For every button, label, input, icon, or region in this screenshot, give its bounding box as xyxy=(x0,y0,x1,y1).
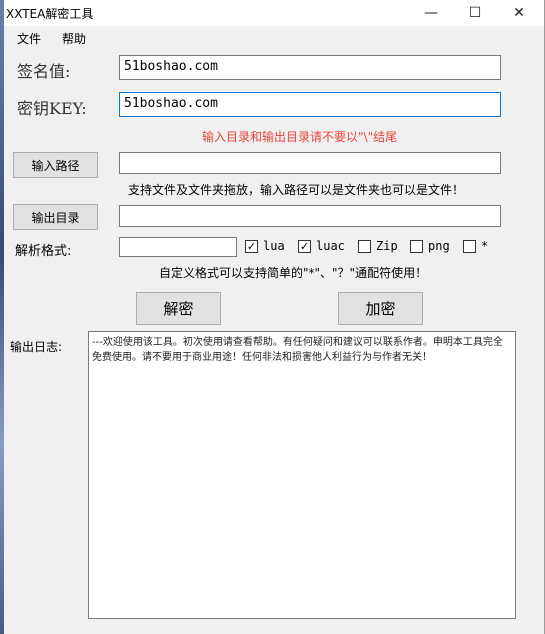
minimize-button[interactable]: — xyxy=(408,0,454,26)
key-label: 密钥KEY: xyxy=(17,99,87,118)
path-warning-text: 输入目录和输出目录请不要以"\"结尾 xyxy=(202,130,398,144)
drag-drop-hint: 支持文件及文件夹拖放，输入路径可以是文件夹也可以是文件！ xyxy=(128,183,465,197)
title-bar[interactable]: XXTEA解密工具 — ☐ ✕ xyxy=(4,0,544,26)
checkbox-lua-label: lua xyxy=(263,239,285,253)
checkbox-any-label: * xyxy=(481,239,489,253)
wildcard-hint: 自定义格式可以支持简单的"*"、"？"通配符使用！ xyxy=(159,266,428,280)
format-label: 解析格式: xyxy=(15,244,72,259)
checkbox-luac-label: luac xyxy=(316,239,345,253)
decrypt-button[interactable]: 解密 xyxy=(136,292,221,325)
encrypt-button[interactable]: 加密 xyxy=(338,292,423,325)
checkbox-lua[interactable]: ✓ xyxy=(245,240,258,253)
output-dir-button[interactable]: 输出目录 xyxy=(13,204,98,230)
menu-bar: 文件 帮助 xyxy=(4,26,544,49)
key-input[interactable]: 51boshao.com xyxy=(119,92,501,117)
window-title: XXTEA解密工具 xyxy=(6,7,94,21)
checkbox-zip-label: Zip xyxy=(376,239,398,253)
close-button[interactable]: ✕ xyxy=(496,0,542,26)
close-icon: ✕ xyxy=(513,5,525,21)
checkbox-png-label: png xyxy=(428,239,450,253)
checkbox-luac[interactable]: ✓ xyxy=(298,240,311,253)
log-scrollbar-area[interactable] xyxy=(516,331,528,619)
checkbox-any[interactable] xyxy=(463,240,476,253)
minimize-icon: — xyxy=(424,5,438,21)
input-path-button[interactable]: 输入路径 xyxy=(13,152,98,178)
checkbox-zip[interactable] xyxy=(358,240,371,253)
output-dir-field[interactable] xyxy=(119,205,501,227)
input-path-field[interactable] xyxy=(119,152,501,174)
format-input[interactable] xyxy=(119,237,237,257)
menu-help[interactable]: 帮助 xyxy=(62,30,86,47)
output-log[interactable]: ---欢迎使用该工具。初次使用请查看帮助。有任何疑问和建议可以联系作者。申明本工… xyxy=(88,331,516,619)
log-label: 输出日志: xyxy=(10,340,63,354)
maximize-icon: ☐ xyxy=(468,5,482,21)
sign-input[interactable]: 51boshao.com xyxy=(119,55,501,80)
sign-label: 签名值: xyxy=(17,62,71,81)
app-window: XXTEA解密工具 — ☐ ✕ 文件 帮助 签名值: 51boshao.com … xyxy=(4,0,545,634)
menu-file[interactable]: 文件 xyxy=(17,30,41,47)
maximize-button[interactable]: ☐ xyxy=(452,0,498,26)
checkbox-png[interactable] xyxy=(410,240,423,253)
